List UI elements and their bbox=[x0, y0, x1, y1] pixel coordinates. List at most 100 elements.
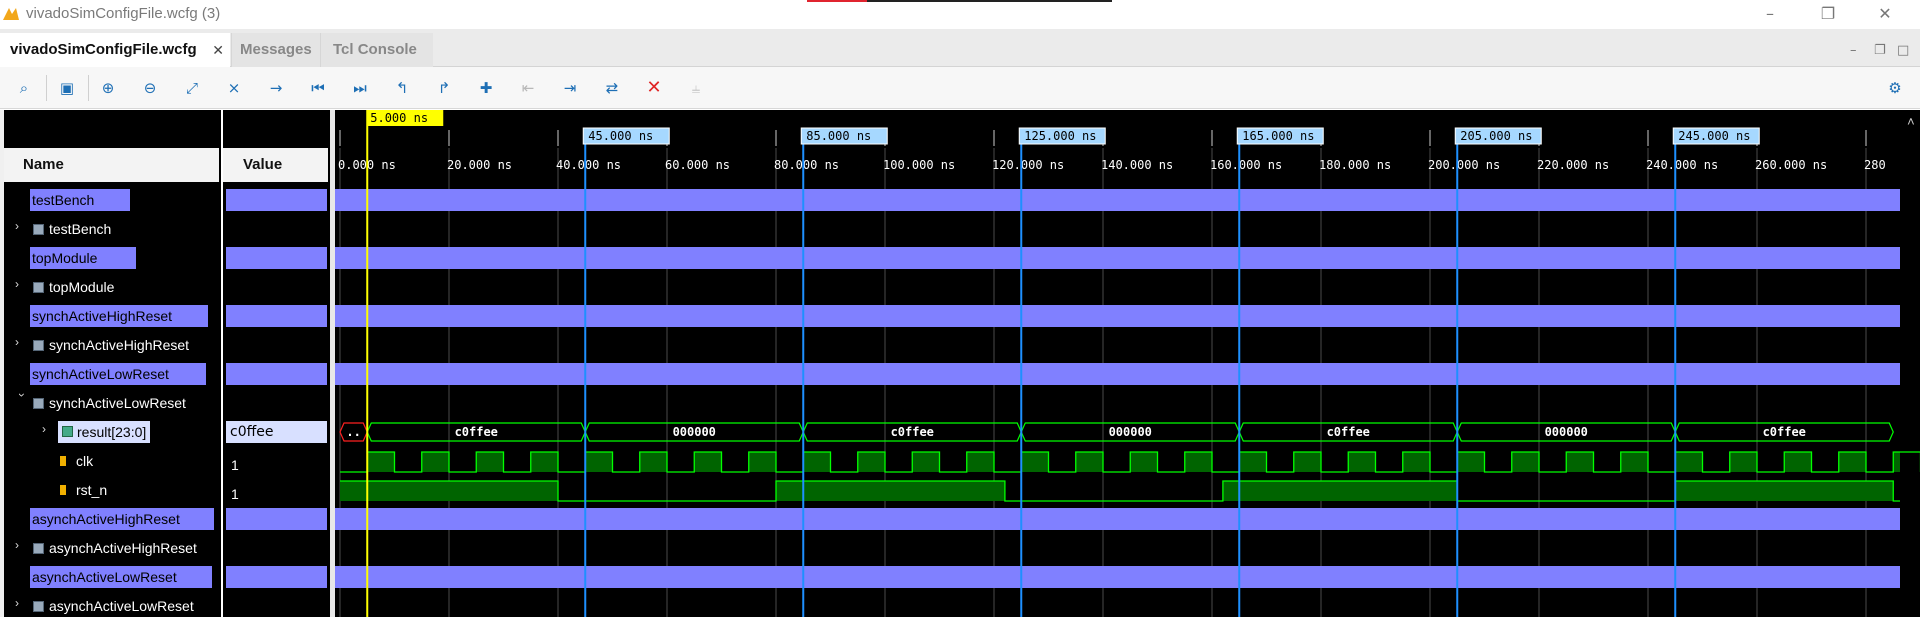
scope-label: asynchActiveHighReset bbox=[49, 540, 197, 556]
group-value-box bbox=[226, 363, 327, 385]
tab-messages[interactable]: Messages bbox=[231, 33, 320, 67]
row-signal-rst-n[interactable]: rst_n bbox=[4, 475, 221, 504]
next-marker-icon[interactable]: ⇥ bbox=[559, 77, 581, 99]
row-group-asynchactivehighreset[interactable]: asynchActiveHighReset bbox=[4, 504, 221, 533]
waveform-canvas[interactable]: 0.000 ns 20.000 ns 40.000 ns 60.000 ns 80.00… bbox=[335, 110, 1920, 617]
restore-icon[interactable]: ❐ bbox=[1805, 0, 1851, 29]
signal-name-panel: Name testBench › testBench topModule › t… bbox=[4, 110, 221, 617]
clk-high-fill bbox=[530, 452, 558, 472]
scope-icon bbox=[33, 543, 44, 554]
scope-icon bbox=[33, 224, 44, 235]
rst-n-waveform bbox=[340, 480, 1900, 502]
rst-n-high-fill bbox=[340, 481, 558, 501]
panel-restore-icon[interactable]: ❐ bbox=[1874, 43, 1886, 58]
bus-icon bbox=[62, 426, 73, 437]
delete-icon[interactable]: ✕ bbox=[643, 77, 665, 99]
tab-tcl-console[interactable]: Tcl Console bbox=[320, 33, 433, 67]
clk-high-fill bbox=[1566, 452, 1594, 472]
zoom-out-icon[interactable]: ⊖ bbox=[139, 77, 161, 99]
clk-high-fill bbox=[1893, 452, 1900, 472]
expand-icon[interactable]: › bbox=[15, 538, 29, 552]
zoom-in-icon[interactable]: ⊕ bbox=[97, 77, 119, 99]
row-scope-asynchactivehighreset[interactable]: › asynchActiveHighReset bbox=[4, 533, 221, 562]
previous-transition-icon[interactable]: ↰ bbox=[391, 77, 413, 99]
row-group-testbench[interactable]: testBench bbox=[4, 185, 221, 214]
ruler-tick-label: 40.000 ns bbox=[556, 158, 621, 172]
ruler-tick-label: 260.000 ns bbox=[1755, 158, 1827, 172]
row-group-topmodule[interactable]: topModule bbox=[4, 243, 221, 272]
cursor-to-zero-icon[interactable]: ⨯ bbox=[223, 77, 245, 99]
rst-n-high-fill bbox=[776, 481, 1005, 501]
row-scope-synchactivelowreset[interactable]: › synchActiveLowReset bbox=[4, 388, 221, 417]
ruler-tick-label: 120.000 ns bbox=[992, 158, 1064, 172]
clk-high-fill bbox=[1075, 452, 1103, 472]
result-value[interactable]: c0ffee bbox=[226, 421, 327, 443]
go-to-last-time-icon[interactable]: ⏭ bbox=[349, 77, 371, 99]
signal-label: clk bbox=[76, 453, 94, 469]
scroll-up-icon: ˄ bbox=[1907, 115, 1915, 130]
next-transition-icon[interactable]: ↱ bbox=[433, 77, 455, 99]
row-scope-testbench[interactable]: › testBench bbox=[4, 214, 221, 243]
search-icon[interactable]: ⌕ bbox=[13, 77, 35, 99]
group-waveform-bar bbox=[335, 189, 1900, 211]
clk-high-fill bbox=[1457, 452, 1485, 472]
expand-icon[interactable]: › bbox=[15, 277, 29, 291]
waveform-view[interactable]: 0.000 ns 20.000 ns 40.000 ns 60.000 ns 80.00… bbox=[335, 110, 1920, 617]
clk-high-fill bbox=[1838, 452, 1866, 472]
add-marker-icon[interactable]: ✚ bbox=[475, 77, 497, 99]
ruler-tick-label: 280 bbox=[1864, 158, 1886, 172]
panel-maximize-icon[interactable]: □ bbox=[1897, 43, 1909, 58]
row-group-asynchactivelowreset[interactable]: asynchActiveLowReset bbox=[4, 562, 221, 591]
value-column-header[interactable]: Value bbox=[223, 148, 328, 182]
clk-high-fill bbox=[1402, 452, 1430, 472]
toolbar-separator bbox=[88, 75, 89, 101]
scope-label: testBench bbox=[49, 221, 112, 237]
group-label: synchActiveLowReset bbox=[30, 363, 206, 385]
ruler-tick-label: 220.000 ns bbox=[1537, 158, 1609, 172]
rst-n-high-fill bbox=[1222, 481, 1458, 501]
clk-high-fill bbox=[476, 452, 504, 472]
minimize-icon[interactable]: – bbox=[1747, 0, 1793, 29]
panel-minimize-icon[interactable]: – bbox=[1850, 43, 1857, 58]
tab-tcl-console-label: Tcl Console bbox=[333, 41, 417, 58]
group-waveform-bar bbox=[335, 508, 1900, 530]
snap-icon[interactable]: ⫨ bbox=[685, 77, 707, 99]
expand-icon[interactable]: › bbox=[15, 335, 29, 349]
clk-high-fill bbox=[966, 452, 994, 472]
group-value-box bbox=[226, 305, 327, 327]
expand-icon[interactable]: › bbox=[15, 596, 29, 610]
expand-icon[interactable]: › bbox=[15, 219, 29, 233]
close-window-icon[interactable]: ✕ bbox=[1862, 0, 1908, 29]
group-label: asynchActiveHighReset bbox=[30, 508, 214, 530]
clk-high-fill bbox=[1348, 452, 1376, 472]
clk-high-fill bbox=[1184, 452, 1212, 472]
row-group-synchactivelowreset[interactable]: synchActiveLowReset bbox=[4, 359, 221, 388]
bus-segment-label: 000000 bbox=[673, 425, 716, 439]
bus-label: result[23:0] bbox=[58, 421, 151, 443]
row-scope-synchactivehighreset[interactable]: › synchActiveHighReset bbox=[4, 330, 221, 359]
save-icon[interactable]: ▣ bbox=[56, 77, 78, 99]
row-signal-clk[interactable]: clk bbox=[4, 446, 221, 475]
tab-wcfg[interactable]: vivadoSimConfigFile.wcfg ✕ bbox=[0, 33, 230, 67]
name-column-header[interactable]: Name bbox=[4, 148, 219, 182]
marker-label: 245.000 ns bbox=[1678, 129, 1750, 143]
ruler-tick-label: 100.000 ns bbox=[883, 158, 955, 172]
go-to-time-zero-icon[interactable]: ⏮ bbox=[307, 77, 329, 99]
zoom-fit-icon[interactable]: ⤢ bbox=[181, 77, 203, 99]
row-group-synchactivehighreset[interactable]: synchActiveHighReset bbox=[4, 301, 221, 330]
clk-high-fill bbox=[585, 452, 613, 472]
group-waveform-bar bbox=[335, 247, 1900, 269]
marker-label: 125.000 ns bbox=[1024, 129, 1096, 143]
previous-marker-icon[interactable]: ⇤ bbox=[517, 77, 539, 99]
go-to-cursor-icon[interactable]: → bbox=[265, 77, 287, 99]
close-tab-icon[interactable]: ✕ bbox=[212, 33, 224, 67]
settings-icon[interactable]: ⚙ bbox=[1884, 77, 1906, 99]
signal-value-panel: Value c0ffee 1 1 bbox=[223, 110, 330, 617]
marker-label: 85.000 ns bbox=[806, 129, 871, 143]
swap-cursors-icon[interactable]: ⇄ bbox=[601, 77, 623, 99]
row-scope-asynchactivelowreset[interactable]: › asynchActiveLowReset bbox=[4, 591, 221, 620]
row-bus-result[interactable]: › result[23:0] bbox=[4, 417, 221, 446]
row-scope-topmodule[interactable]: › topModule bbox=[4, 272, 221, 301]
expand-icon[interactable]: › bbox=[42, 422, 56, 436]
collapse-icon[interactable]: › bbox=[15, 393, 29, 407]
